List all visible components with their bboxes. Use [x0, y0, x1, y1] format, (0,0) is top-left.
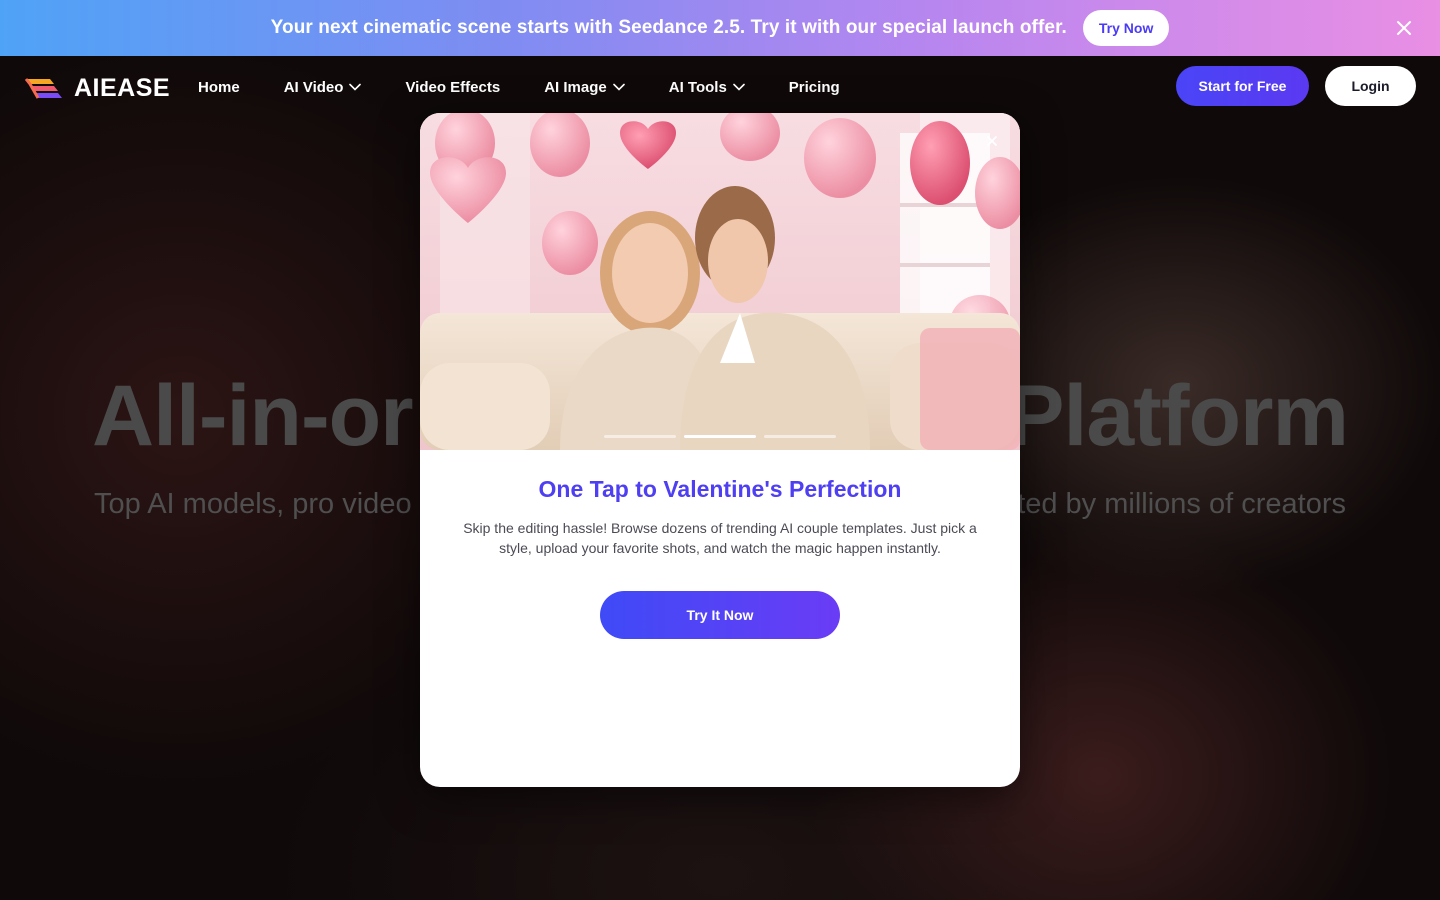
- carousel-dot-active[interactable]: [684, 435, 756, 438]
- carousel-dot[interactable]: [764, 435, 836, 438]
- promo-banner: Your next cinematic scene starts with Se…: [0, 0, 1440, 56]
- carousel-dot[interactable]: [604, 435, 676, 438]
- nav-item-ai-video[interactable]: AI Video: [284, 79, 362, 96]
- brand-logo[interactable]: AIEASE: [24, 74, 170, 103]
- nav-item-label: AI Tools: [668, 78, 727, 96]
- hero-title-right: Platform: [1007, 368, 1349, 464]
- chevron-down-icon: [612, 83, 625, 91]
- modal-title: One Tap to Valentine's Perfection: [538, 476, 902, 502]
- hero-subtitle-left: Top AI models, pro video &: [94, 488, 439, 520]
- try-it-now-button[interactable]: Try It Now: [600, 591, 840, 639]
- nav-item-label: AI Video: [283, 78, 344, 96]
- modal-close-icon[interactable]: [982, 131, 1002, 151]
- hero-title-left: All-in-or: [92, 368, 414, 464]
- promo-text: Your next cinematic scene starts with Se…: [270, 17, 1067, 38]
- modal-hero-image: [420, 113, 1020, 450]
- login-button[interactable]: Login: [1325, 66, 1416, 106]
- nav-item-ai-tools[interactable]: AI Tools: [669, 79, 745, 96]
- start-for-free-button[interactable]: Start for Free: [1176, 66, 1309, 106]
- chevron-down-icon: [349, 83, 362, 91]
- nav-item-pricing[interactable]: Pricing: [789, 79, 840, 96]
- carousel-indicators: [604, 435, 844, 438]
- nav-item-label: AI Image: [544, 78, 607, 96]
- nav-item-video-effects[interactable]: Video Effects: [405, 79, 500, 96]
- chevron-down-icon: [732, 83, 745, 91]
- main-nav: AIEASE Home AI Video Video Effects AI Im…: [0, 56, 1440, 118]
- hero-subtitle-right: ted by millions of creators: [1017, 488, 1346, 520]
- brand-name: AIEASE: [74, 74, 171, 102]
- nav-menu: Home AI Video Video Effects AI Image AI …: [198, 56, 884, 118]
- close-icon[interactable]: [1394, 18, 1414, 38]
- modal-description: Skip the editing hassle! Browse dozens o…: [463, 520, 977, 556]
- nav-item-ai-image[interactable]: AI Image: [544, 79, 625, 96]
- promo-modal: One Tap to Valentine's Perfection Skip t…: [420, 113, 1020, 787]
- nav-item-label: Pricing: [788, 78, 840, 96]
- promo-try-now-button[interactable]: Try Now: [1082, 10, 1170, 46]
- nav-item-label: Video Effects: [405, 78, 501, 96]
- valentine-couple-image: [420, 113, 1020, 450]
- nav-item-label: Home: [198, 78, 240, 96]
- logo-icon: [24, 77, 62, 99]
- nav-item-home[interactable]: Home: [198, 79, 240, 96]
